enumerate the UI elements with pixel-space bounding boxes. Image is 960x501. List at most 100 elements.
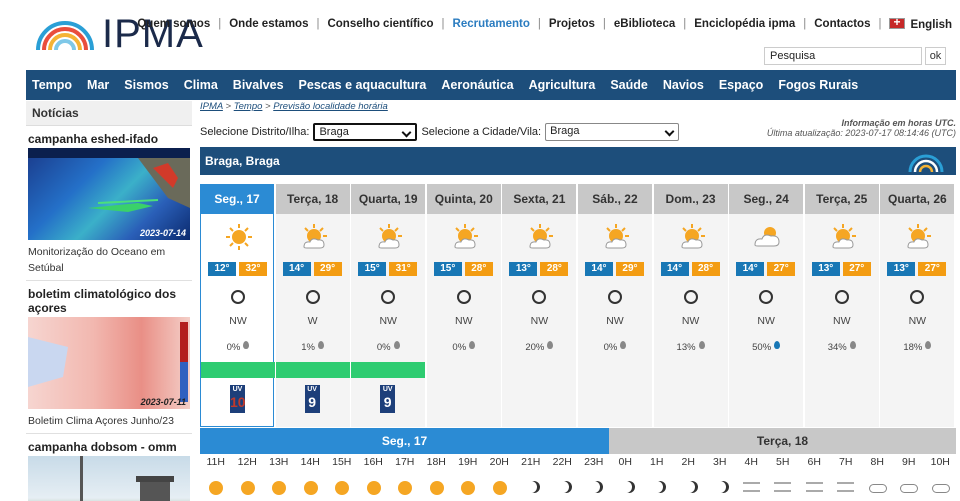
cloud-icon xyxy=(862,478,894,498)
day-column[interactable]: Sáb., 22 14° 29° NW 0% xyxy=(577,184,652,427)
hour-label: 17H xyxy=(395,456,415,468)
day-column[interactable]: Quarta, 19 15° 31° NW 0% UV 9 xyxy=(351,184,426,427)
uv-index-badge: UV 10 xyxy=(230,385,246,413)
precip-value: 20% xyxy=(525,342,545,353)
nav-item-9[interactable]: Navios xyxy=(663,78,704,92)
hourly-day-1[interactable]: Seg., 17 xyxy=(200,428,609,454)
temp-min: 14° xyxy=(660,262,689,276)
temp-min: 14° xyxy=(584,262,613,276)
day-name[interactable]: Sexta, 21 xyxy=(502,184,577,214)
search-input[interactable]: Pesquisa xyxy=(764,47,922,65)
hour-label: 0H xyxy=(618,456,632,468)
day-name[interactable]: Quinta, 20 xyxy=(426,184,501,214)
utc-note: Informação em horas UTC. xyxy=(841,118,956,128)
district-label: Selecione Distrito/Ilha: xyxy=(200,126,310,138)
temp-min: 14° xyxy=(282,262,311,276)
sun-icon xyxy=(200,478,232,498)
sun-icon xyxy=(421,478,453,498)
hourly-day-2[interactable]: Terça, 18 xyxy=(609,428,956,454)
nav-item-3[interactable]: Clima xyxy=(184,78,218,92)
day-name[interactable]: Sáb., 22 xyxy=(577,184,652,214)
link-quem-somos[interactable]: Quem somos xyxy=(137,18,210,31)
search-ok-button[interactable]: ok xyxy=(925,47,946,65)
nav-item-8[interactable]: Saúde xyxy=(610,78,648,92)
day-column[interactable]: Seg., 17 12° 32° NW 0% UV 10 xyxy=(200,184,275,427)
breadcrumb-tempo[interactable]: Tempo xyxy=(234,101,263,112)
breadcrumb-ipma[interactable]: IPMA xyxy=(200,101,223,112)
link-conselho[interactable]: Conselho científico xyxy=(327,18,433,31)
nav-item-4[interactable]: Bivalves xyxy=(233,78,284,92)
nav-item-0[interactable]: Tempo xyxy=(32,78,72,92)
news-caption-1[interactable]: Monitorização do Oceano em Setúbal xyxy=(26,240,192,281)
precip-value: 0% xyxy=(452,342,467,353)
wind-direction-icon xyxy=(532,290,547,304)
day-column[interactable]: Quinta, 20 15° 28° NW 0% xyxy=(426,184,501,427)
sun-icon xyxy=(232,478,264,498)
precip-prob: 1% xyxy=(276,341,350,353)
day-name[interactable]: Terça, 25 xyxy=(804,184,879,214)
fog-icon xyxy=(799,478,831,498)
city-select[interactable]: Braga xyxy=(545,123,680,141)
day-name[interactable]: Seg., 24 xyxy=(729,184,804,214)
link-english[interactable]: English xyxy=(889,15,952,31)
day-name[interactable]: Seg., 17 xyxy=(201,184,273,214)
uv-level-bar xyxy=(275,362,350,378)
news-heading-2[interactable]: boletim climatológico dos açores xyxy=(26,281,192,317)
day-column[interactable]: Terça, 18 14° 29° W 1% UV 9 xyxy=(275,184,350,427)
breadcrumb-previsao[interactable]: Previsão localidade horária xyxy=(273,101,388,112)
link-enciclopedia[interactable]: Enciclopédia ipma xyxy=(694,18,795,31)
precip-prob: 0% xyxy=(351,341,425,353)
day-column[interactable]: Quarta, 26 13° 27° NW 18% xyxy=(880,184,955,427)
day-name[interactable]: Terça, 18 xyxy=(275,184,350,214)
district-select[interactable]: Braga xyxy=(313,123,418,141)
temp-max: 27° xyxy=(767,262,796,276)
hour-label: 5H xyxy=(776,456,790,468)
day-name[interactable]: Dom., 23 xyxy=(653,184,728,214)
link-ebiblioteca[interactable]: eBiblioteca xyxy=(614,18,675,31)
hour-label: 8H xyxy=(870,456,884,468)
sun-icon xyxy=(358,478,390,498)
day-name[interactable]: Quarta, 19 xyxy=(351,184,426,214)
nav-item-6[interactable]: Aeronáutica xyxy=(441,78,513,92)
main-nav: Tempo Mar Sismos Clima Bivalves Pescas e aqua… xyxy=(26,70,956,100)
sun-cloud-icon xyxy=(451,223,479,251)
uv-value: 9 xyxy=(308,394,316,410)
news-image-climate-map[interactable]: 2023-07-11 xyxy=(28,317,190,409)
precip-value: 0% xyxy=(376,342,391,353)
nav-item-11[interactable]: Fogos Rurais xyxy=(778,78,858,92)
hour-label: 10H xyxy=(930,456,950,468)
hour-label: 11H xyxy=(206,456,225,468)
day-column[interactable]: Sexta, 21 13° 28° NW 20% xyxy=(502,184,577,427)
cloud-icon xyxy=(925,478,957,498)
hour-label: 4H xyxy=(744,456,758,468)
precip-value: 34% xyxy=(827,342,847,353)
temp-max: 27° xyxy=(918,262,947,276)
news-heading-3[interactable]: campanha dobsom - omm xyxy=(26,434,192,456)
precip-prob: 0% xyxy=(427,341,501,353)
day-column[interactable]: Dom., 23 14° 28° NW 13% xyxy=(653,184,728,427)
climate-map-graphic xyxy=(28,322,188,402)
day-column[interactable]: Terça, 25 13° 27° NW 34% xyxy=(804,184,879,427)
day-name[interactable]: Quarta, 26 xyxy=(880,184,955,214)
news-heading-1[interactable]: campanha eshed-ifado xyxy=(26,126,192,148)
nav-item-2[interactable]: Sismos xyxy=(124,78,168,92)
link-onde-estamos[interactable]: Onde estamos xyxy=(229,18,308,31)
news-image-ocean-map[interactable]: 2023-07-14 xyxy=(28,148,190,240)
day-column[interactable]: Seg., 24 14° 27° NW 50% xyxy=(729,184,804,427)
nav-item-1[interactable]: Mar xyxy=(87,78,109,92)
precip-prob: 50% xyxy=(729,341,803,353)
nav-item-7[interactable]: Agricultura xyxy=(529,78,596,92)
temp-min: 12° xyxy=(208,262,236,276)
link-recrutamento[interactable]: Recrutamento xyxy=(453,18,530,31)
link-contactos[interactable]: Contactos xyxy=(814,18,870,31)
news-caption-2[interactable]: Boletim Clima Açores Junho/23 xyxy=(26,409,192,434)
nav-item-5[interactable]: Pescas e aquacultura xyxy=(299,78,427,92)
link-projetos[interactable]: Projetos xyxy=(549,18,595,31)
nav-item-10[interactable]: Espaço xyxy=(719,78,763,92)
wind-label: NW xyxy=(833,315,851,327)
temp-max: 29° xyxy=(313,262,342,276)
news-image-station[interactable] xyxy=(28,456,190,501)
day-temps: 12° 32° xyxy=(208,262,267,276)
sun-cloud-icon xyxy=(678,223,706,251)
wind-direction-icon xyxy=(305,290,320,304)
